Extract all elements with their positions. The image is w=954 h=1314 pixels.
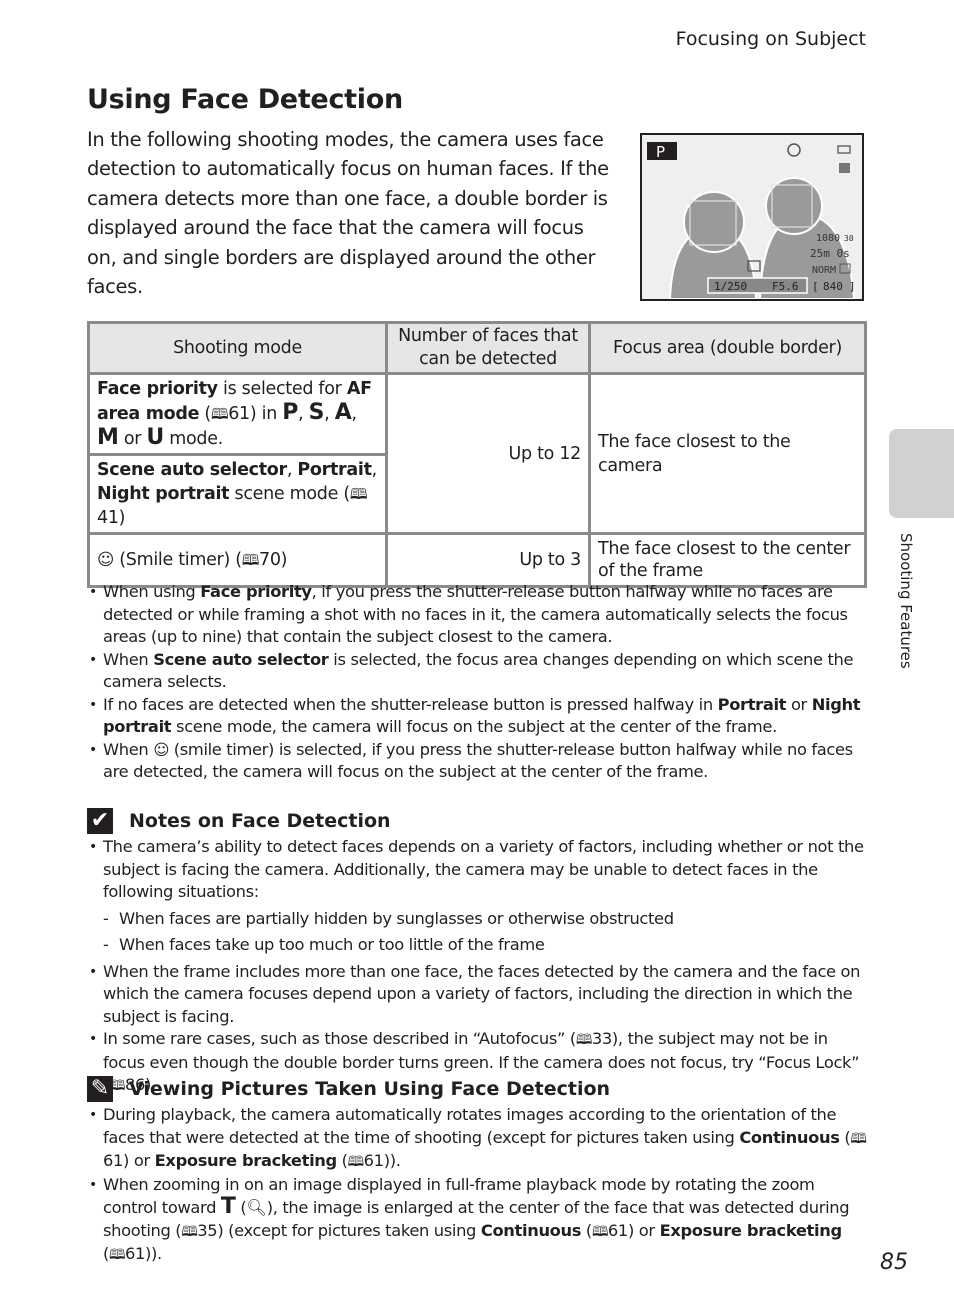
list-item: When Scene auto selector is selected, th… <box>87 649 867 694</box>
camera-screen-graphic: P 1080 30 25m 0s NORM 1/250 F5.6 [ 840 ] <box>647 142 856 299</box>
list-item: When using Face priority, if you press t… <box>87 581 867 649</box>
recording-time: 25m 0s <box>810 247 850 260</box>
book-icon: 🕮 <box>591 1223 608 1240</box>
list-item: When ☺ (smile timer) is selected, if you… <box>87 739 867 784</box>
notes-bullets: The camera’s ability to detect faces dep… <box>87 836 867 1098</box>
video-fps: 30 <box>844 234 854 243</box>
col-header-shooting-mode: Shooting mode <box>87 321 388 375</box>
table-row: Face priority is selected for AF area mo… <box>87 372 867 535</box>
col-header-focus-area: Focus area (double border) <box>588 321 867 375</box>
exposures-left-bracket: [ <box>812 280 819 293</box>
notes-heading: ✔ Notes on Face Detection <box>87 808 391 834</box>
list-item: When the frame includes more than one fa… <box>87 961 867 1029</box>
list-item: During playback, the camera automaticall… <box>87 1104 867 1174</box>
flash-auto-icon <box>787 143 801 157</box>
cell-mode-face-priority: Face priority is selected for AF area mo… <box>87 372 388 456</box>
page-number: 85 <box>880 1250 908 1275</box>
book-icon: 🕮 <box>850 1130 867 1147</box>
list-item: When faces take up too much or too littl… <box>87 934 867 957</box>
viewing-bullets: During playback, the camera automaticall… <box>87 1104 867 1267</box>
book-icon: 🕮 <box>181 1223 198 1240</box>
cell-focus-closest-center: The face closest to the center of the fr… <box>588 532 867 588</box>
chapter-tab-label: Shooting Features <box>897 533 915 669</box>
smile-timer-icon: ☺ <box>97 550 115 569</box>
magnifier-icon: 🔍︎ <box>246 1198 267 1217</box>
shutter-speed: 1/250 <box>714 280 747 293</box>
page-title: Using Face Detection <box>87 84 403 115</box>
list-item: When faces are partially hidden by sungl… <box>87 908 867 931</box>
page-ref: 61 <box>228 404 250 424</box>
cell-count-up-to-3: Up to 3 <box>385 532 591 588</box>
mode-u-icon: U <box>146 425 164 450</box>
page-ref: 70 <box>259 550 281 570</box>
list-item: When zooming in on an image displayed in… <box>87 1174 867 1267</box>
book-icon: 🕮 <box>347 1154 364 1170</box>
cell-count-up-to-12: Up to 12 <box>385 372 591 535</box>
camera-screen-illustration: P 1080 30 25m 0s NORM 1/250 F5.6 [ 840 ] <box>640 133 864 301</box>
mode-s-icon: S <box>308 400 325 425</box>
cell-focus-closest-camera: The face closest to the camera <box>588 372 867 535</box>
vibration-reduction-icon <box>839 163 850 173</box>
book-icon: 🕮 <box>575 1032 592 1048</box>
page-ref: 41 <box>97 508 119 528</box>
cell-mode-scene: Scene auto selector, Portrait, Night por… <box>87 453 388 535</box>
book-icon: 🕮 <box>109 1247 125 1263</box>
mode-m-icon: M <box>97 425 119 450</box>
face-detection-modes-table: Shooting mode Number of faces that can b… <box>87 321 867 588</box>
exposures-remaining: 840 <box>823 280 843 293</box>
mode-p-icon: P <box>282 400 299 425</box>
cell-mode-smile-timer: ☺ (Smile timer) (🕮70) <box>87 532 388 588</box>
col-header-faces-count: Number of faces that can be detected <box>385 321 591 375</box>
aperture: F5.6 <box>772 280 799 293</box>
exposures-right-bracket: ] <box>849 280 856 293</box>
chapter-tab <box>889 429 954 518</box>
notes-heading-text: Notes on Face Detection <box>129 810 391 832</box>
zoom-tele-icon: T <box>220 1194 236 1219</box>
video-resolution: 1080 <box>816 233 840 244</box>
list-item: The camera’s ability to detect faces dep… <box>87 836 867 904</box>
image-quality: NORM <box>812 265 836 276</box>
smile-timer-icon: ☺ <box>153 740 169 759</box>
section-header: Focusing on Subject <box>675 28 866 50</box>
table-row: ☺ (Smile timer) (🕮70) Up to 3 The face c… <box>87 532 867 588</box>
list-item: If no faces are detected when the shutte… <box>87 694 867 739</box>
face-detection-bullets: When using Face priority, if you press t… <box>87 581 867 784</box>
viewing-heading-text: Viewing Pictures Taken Using Face Detect… <box>129 1078 611 1100</box>
book-icon: 🕮 <box>241 551 260 569</box>
viewing-heading: ✎ Viewing Pictures Taken Using Face Dete… <box>87 1076 610 1102</box>
mode-a-icon: A <box>334 400 352 425</box>
intro-paragraph: In the following shooting modes, the cam… <box>87 128 609 299</box>
checkmark-icon: ✔ <box>87 808 113 834</box>
book-icon: 🕮 <box>349 485 368 503</box>
mode-indicator: P <box>656 143 665 161</box>
book-icon: 🕮 <box>210 405 229 423</box>
battery-icon <box>837 145 851 154</box>
face-right <box>765 177 823 235</box>
table-header-row: Shooting mode Number of faces that can b… <box>87 321 867 375</box>
paperclip-icon: ✎ <box>87 1076 113 1102</box>
